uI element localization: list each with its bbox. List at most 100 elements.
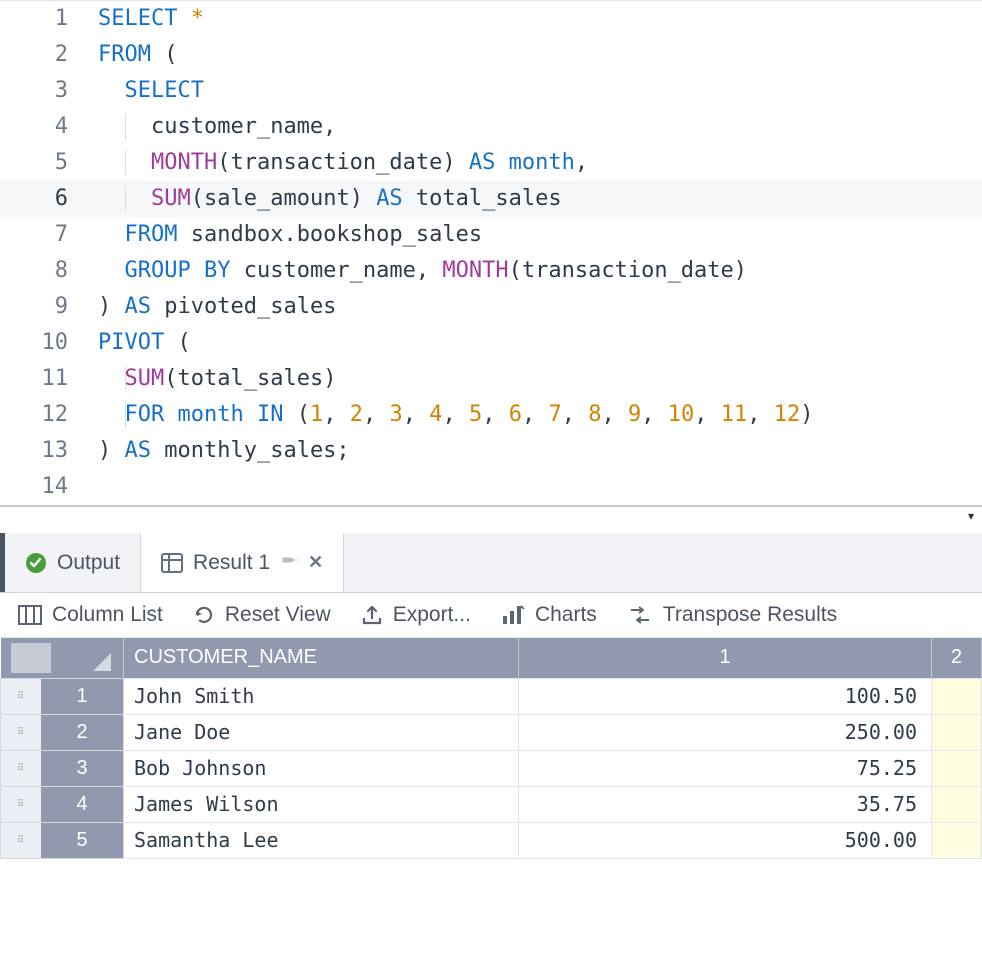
row-grip-icon[interactable]: ⠿ bbox=[1, 691, 41, 702]
editor-line[interactable]: 9) AS pivoted_sales bbox=[0, 289, 982, 325]
cell-month-1[interactable]: 75.25 bbox=[519, 750, 932, 786]
editor-line[interactable]: 1SELECT * bbox=[0, 1, 982, 37]
cell-month-1[interactable]: 100.50 bbox=[519, 678, 932, 714]
column-header-1[interactable]: 1 bbox=[519, 638, 932, 678]
line-number: 8 bbox=[0, 253, 98, 289]
column-list-label: Column List bbox=[52, 603, 163, 627]
code-content[interactable]: ) AS pivoted_sales bbox=[98, 289, 982, 325]
editor-line[interactable]: 3 SELECT bbox=[0, 73, 982, 109]
transpose-icon bbox=[627, 604, 653, 626]
chart-icon bbox=[501, 604, 525, 626]
row-number-cell[interactable]: ⠿5 bbox=[1, 822, 124, 858]
row-number: 2 bbox=[41, 715, 123, 750]
cell-month-2[interactable] bbox=[932, 822, 982, 858]
pin-icon[interactable] bbox=[280, 551, 298, 574]
line-number: 11 bbox=[0, 361, 98, 397]
table-row[interactable]: ⠿1John Smith100.50 bbox=[1, 678, 982, 714]
table-row[interactable]: ⠿5Samantha Lee500.00 bbox=[1, 822, 982, 858]
cell-month-1[interactable]: 500.00 bbox=[519, 822, 932, 858]
row-number-cell[interactable]: ⠿2 bbox=[1, 714, 124, 750]
line-number: 5 bbox=[0, 145, 98, 181]
code-content[interactable]: customer_name, bbox=[98, 109, 982, 145]
table-row[interactable]: ⠿4James Wilson35.75 bbox=[1, 786, 982, 822]
cell-month-2[interactable] bbox=[932, 678, 982, 714]
editor-line[interactable]: 6 SUM(sale_amount) AS total_sales bbox=[0, 181, 982, 217]
row-number-cell[interactable]: ⠿1 bbox=[1, 678, 124, 714]
line-number: 14 bbox=[0, 469, 98, 505]
editor-line[interactable]: 12 FOR month IN (1, 2, 3, 4, 5, 6, 7, 8,… bbox=[0, 397, 982, 433]
code-content[interactable]: SELECT * bbox=[98, 1, 982, 37]
tab-result-1[interactable]: Result 1 ✕ bbox=[141, 533, 344, 592]
code-content[interactable]: MONTH(transaction_date) AS month, bbox=[98, 145, 982, 181]
row-number-cell[interactable]: ⠿4 bbox=[1, 786, 124, 822]
charts-label: Charts bbox=[535, 603, 597, 627]
table-row[interactable]: ⠿3Bob Johnson75.25 bbox=[1, 750, 982, 786]
code-content[interactable]: SUM(total_sales) bbox=[98, 361, 982, 397]
code-content[interactable]: FROM sandbox.bookshop_sales bbox=[98, 217, 982, 253]
code-content[interactable]: GROUP BY customer_name, MONTH(transactio… bbox=[98, 253, 982, 289]
code-content[interactable]: SUM(sale_amount) AS total_sales bbox=[98, 181, 982, 217]
row-number: 1 bbox=[41, 679, 123, 714]
line-number: 7 bbox=[0, 217, 98, 253]
editor-line[interactable]: 8 GROUP BY customer_name, MONTH(transact… bbox=[0, 253, 982, 289]
editor-line[interactable]: 4 customer_name, bbox=[0, 109, 982, 145]
column-header-customer-name[interactable]: CUSTOMER_NAME bbox=[124, 638, 519, 678]
panel-collapse-icon[interactable]: ▾ bbox=[960, 507, 982, 525]
transpose-label: Transpose Results bbox=[663, 603, 837, 627]
sql-editor[interactable]: 1SELECT *2FROM (3 SELECT4 customer_name,… bbox=[0, 0, 982, 505]
editor-line[interactable]: 10PIVOT ( bbox=[0, 325, 982, 361]
row-grip-icon[interactable]: ⠿ bbox=[1, 799, 41, 810]
cell-month-1[interactable]: 250.00 bbox=[519, 714, 932, 750]
result-tabs: Output Result 1 ✕ bbox=[0, 533, 982, 593]
column-header-2[interactable]: 2 bbox=[932, 638, 982, 678]
charts-button[interactable]: Charts bbox=[501, 603, 597, 627]
success-icon bbox=[25, 552, 47, 574]
export-label: Export... bbox=[393, 603, 471, 627]
code-content[interactable]: FOR month IN (1, 2, 3, 4, 5, 6, 7, 8, 9,… bbox=[98, 397, 982, 433]
result-table[interactable]: CUSTOMER_NAME 1 2 ⠿1John Smith100.50⠿2Ja… bbox=[0, 638, 982, 859]
column-list-button[interactable]: Column List bbox=[18, 603, 163, 627]
row-number-cell[interactable]: ⠿3 bbox=[1, 750, 124, 786]
editor-line[interactable]: 5 MONTH(transaction_date) AS month, bbox=[0, 145, 982, 181]
tab-result-label: Result 1 bbox=[193, 551, 270, 575]
reset-view-button[interactable]: Reset View bbox=[193, 603, 331, 627]
tab-output[interactable]: Output bbox=[0, 533, 141, 592]
editor-line[interactable]: 11 SUM(total_sales) bbox=[0, 361, 982, 397]
code-content[interactable]: SELECT bbox=[98, 73, 982, 109]
export-button[interactable]: Export... bbox=[361, 603, 471, 627]
row-number-header[interactable] bbox=[1, 638, 124, 678]
cell-month-2[interactable] bbox=[932, 786, 982, 822]
cell-customer-name[interactable]: Bob Johnson bbox=[124, 750, 519, 786]
cell-customer-name[interactable]: John Smith bbox=[124, 678, 519, 714]
row-grip-icon[interactable]: ⠿ bbox=[1, 835, 41, 846]
cell-customer-name[interactable]: Jane Doe bbox=[124, 714, 519, 750]
cell-customer-name[interactable]: James Wilson bbox=[124, 786, 519, 822]
table-icon bbox=[161, 553, 183, 573]
code-content[interactable]: ) AS monthly_sales; bbox=[98, 433, 982, 469]
cell-month-2[interactable] bbox=[932, 714, 982, 750]
panel-divider[interactable]: ▾ bbox=[0, 505, 982, 533]
transpose-button[interactable]: Transpose Results bbox=[627, 603, 837, 627]
line-number: 12 bbox=[0, 397, 98, 433]
code-content[interactable]: PIVOT ( bbox=[98, 325, 982, 361]
cell-month-2[interactable] bbox=[932, 750, 982, 786]
code-content[interactable] bbox=[98, 469, 982, 505]
close-icon[interactable]: ✕ bbox=[308, 552, 323, 573]
cell-month-1[interactable]: 35.75 bbox=[519, 786, 932, 822]
row-grip-icon[interactable]: ⠿ bbox=[1, 727, 41, 738]
reset-icon bbox=[193, 604, 215, 626]
tab-output-label: Output bbox=[57, 551, 120, 575]
line-number: 13 bbox=[0, 433, 98, 469]
editor-line[interactable]: 7 FROM sandbox.bookshop_sales bbox=[0, 217, 982, 253]
export-icon bbox=[361, 604, 383, 626]
line-number: 3 bbox=[0, 73, 98, 109]
line-number: 4 bbox=[0, 109, 98, 145]
editor-line[interactable]: 13) AS monthly_sales; bbox=[0, 433, 982, 469]
table-row[interactable]: ⠿2Jane Doe250.00 bbox=[1, 714, 982, 750]
editor-line[interactable]: 2FROM ( bbox=[0, 37, 982, 73]
code-content[interactable]: FROM ( bbox=[98, 37, 982, 73]
cell-customer-name[interactable]: Samantha Lee bbox=[124, 822, 519, 858]
editor-line[interactable]: 14 bbox=[0, 469, 982, 505]
result-toolbar: Column List Reset View Export... Charts … bbox=[0, 593, 982, 638]
row-grip-icon[interactable]: ⠿ bbox=[1, 763, 41, 774]
